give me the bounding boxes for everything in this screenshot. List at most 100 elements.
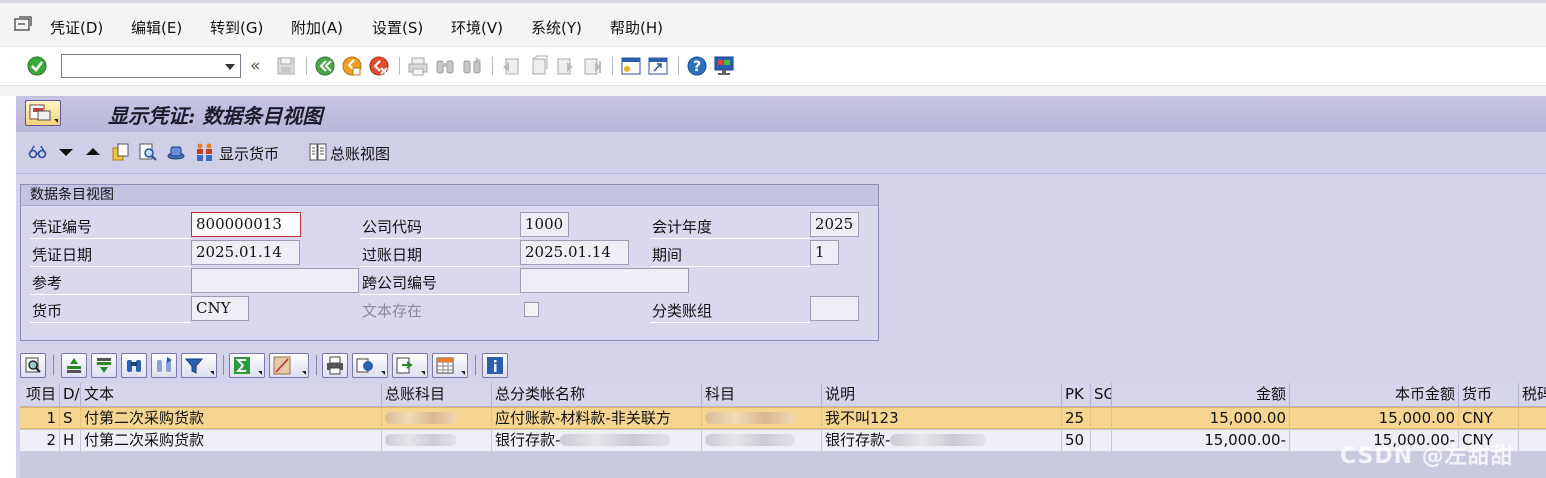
field-underline (650, 266, 810, 267)
column-header-currency[interactable]: 货币 (1459, 383, 1519, 407)
clipboard-icon[interactable] (110, 142, 130, 162)
doc-no-field[interactable]: 800000013 (191, 212, 301, 237)
find-next-icon[interactable] (461, 55, 483, 77)
document-search-icon[interactable] (138, 142, 158, 162)
find-icon[interactable] (434, 55, 456, 77)
filter-icon (185, 358, 203, 374)
menu-settings[interactable]: 设置(S) (372, 17, 423, 38)
currency-field[interactable]: CNY (191, 296, 249, 321)
magnifier-icon (25, 357, 41, 373)
print-icon[interactable] (407, 55, 429, 77)
column-header-gl-name[interactable]: 总分类帐名称 (492, 383, 702, 407)
cell-text: 付第二次采购货款 (81, 430, 382, 451)
cross-company-field[interactable] (520, 268, 689, 293)
views-button[interactable] (352, 353, 388, 378)
cell-description: 我不叫123 (822, 408, 1062, 429)
new-session-icon[interactable] (620, 55, 642, 77)
column-header-posting-key[interactable]: PK (1062, 383, 1091, 407)
company-code-field[interactable]: 1000 (520, 212, 569, 237)
sum-icon (234, 357, 250, 374)
save-icon[interactable] (275, 55, 297, 77)
exit-icon[interactable] (341, 55, 363, 77)
column-header-item[interactable]: 项目 (20, 383, 60, 407)
column-header-tax-code[interactable]: 税码 (1519, 383, 1546, 407)
views-icon (356, 358, 373, 373)
redacted-value (705, 412, 795, 424)
find-button[interactable] (121, 353, 147, 378)
currency-people-icon[interactable] (195, 142, 215, 162)
screen-menu-button[interactable] (25, 100, 61, 126)
total-button[interactable] (229, 353, 265, 378)
layout-button[interactable] (432, 353, 468, 378)
column-header-gl-account[interactable]: 总账科目 (382, 383, 492, 407)
menu-environment[interactable]: 环境(V) (451, 17, 503, 38)
next-page-icon[interactable] (554, 55, 576, 77)
page-title: 显示凭证: 数据条目视图 (108, 104, 323, 128)
table-row[interactable]: 2 H 付第二次采购货款 银行存款- 银行存款- 50 15,000.00- 1… (20, 430, 1546, 452)
cell-tax-code (1519, 408, 1546, 429)
enter-icon[interactable] (26, 55, 48, 77)
subtotal-icon (273, 356, 291, 375)
gl-view-button[interactable]: 总账视图 (330, 143, 390, 164)
next-item-icon[interactable] (56, 142, 76, 162)
export-button[interactable] (392, 353, 428, 378)
menu-system[interactable]: 系统(Y) (531, 17, 582, 38)
filter-button[interactable] (181, 353, 217, 378)
toolbar-separator (492, 57, 493, 75)
menu-help[interactable]: 帮助(H) (610, 17, 663, 38)
glasses-icon[interactable] (28, 142, 48, 162)
cancel-icon[interactable] (368, 55, 390, 77)
previous-item-icon[interactable] (83, 142, 103, 162)
ledger-group-field[interactable] (810, 296, 859, 321)
menu-extras[interactable]: 附加(A) (291, 17, 343, 38)
field-underline (30, 322, 190, 323)
text-exists-checkbox[interactable] (524, 302, 539, 317)
help-icon[interactable]: ? (686, 55, 708, 77)
posting-date-field[interactable]: 2025.01.14 (520, 240, 629, 265)
column-header-description[interactable]: 说明 (822, 383, 1062, 407)
shortcut-icon[interactable] (647, 55, 669, 77)
gl-view-icon[interactable] (308, 142, 328, 162)
first-page-icon[interactable] (500, 55, 522, 77)
cell-account (702, 408, 822, 429)
column-header-text[interactable]: 文本 (81, 383, 382, 407)
redacted-value (705, 434, 795, 446)
subtotal-button[interactable] (269, 353, 309, 378)
system-menu-icon[interactable] (14, 16, 32, 32)
chevron-down-icon (421, 371, 425, 375)
sort-descending-button[interactable] (91, 353, 117, 378)
last-page-icon[interactable] (581, 55, 603, 77)
details-button[interactable] (20, 353, 46, 378)
currency-label: 货币 (32, 302, 63, 320)
menu-goto[interactable]: 转到(G) (210, 17, 263, 38)
collapse-toolbar-icon[interactable]: « (250, 56, 260, 76)
redacted-value (385, 434, 457, 446)
column-header-amount[interactable]: 金额 (1112, 383, 1290, 407)
show-currency-button[interactable]: 显示货币 (219, 143, 279, 164)
menu-document[interactable]: 凭证(D) (50, 17, 103, 38)
fiscal-year-field[interactable]: 2025 (810, 212, 859, 237)
previous-page-icon[interactable] (527, 55, 549, 77)
column-header-special-gl[interactable]: SG (1091, 383, 1112, 407)
column-header-local-amount[interactable]: 本币金额 (1290, 383, 1459, 407)
sort-ascending-button[interactable] (61, 353, 87, 378)
hat-icon[interactable] (166, 142, 186, 162)
table-row[interactable]: 1 S 付第二次采购货款 应付账款-材料款-非关联方 我不叫123 25 15,… (20, 407, 1546, 429)
menu-edit[interactable]: 编辑(E) (131, 17, 182, 38)
command-field[interactable] (61, 54, 241, 78)
cell-amount: 15,000.00 (1112, 408, 1290, 429)
column-header-account[interactable]: 科目 (702, 383, 822, 407)
reference-field[interactable] (191, 268, 359, 293)
doc-date-label: 凭证日期 (32, 246, 93, 264)
back-icon[interactable] (314, 55, 336, 77)
find-next-button[interactable] (151, 353, 177, 378)
info-button[interactable] (482, 353, 508, 378)
cell-description: 银行存款- (822, 430, 1062, 451)
chevron-down-icon (461, 371, 465, 375)
customize-layout-icon[interactable] (713, 55, 735, 77)
column-header-debit-credit[interactable]: D/ (60, 383, 81, 407)
chevron-down-icon[interactable] (225, 64, 235, 70)
print-button[interactable] (322, 353, 348, 378)
doc-date-field[interactable]: 2025.01.14 (191, 240, 300, 265)
period-field[interactable]: 1 (810, 240, 839, 265)
